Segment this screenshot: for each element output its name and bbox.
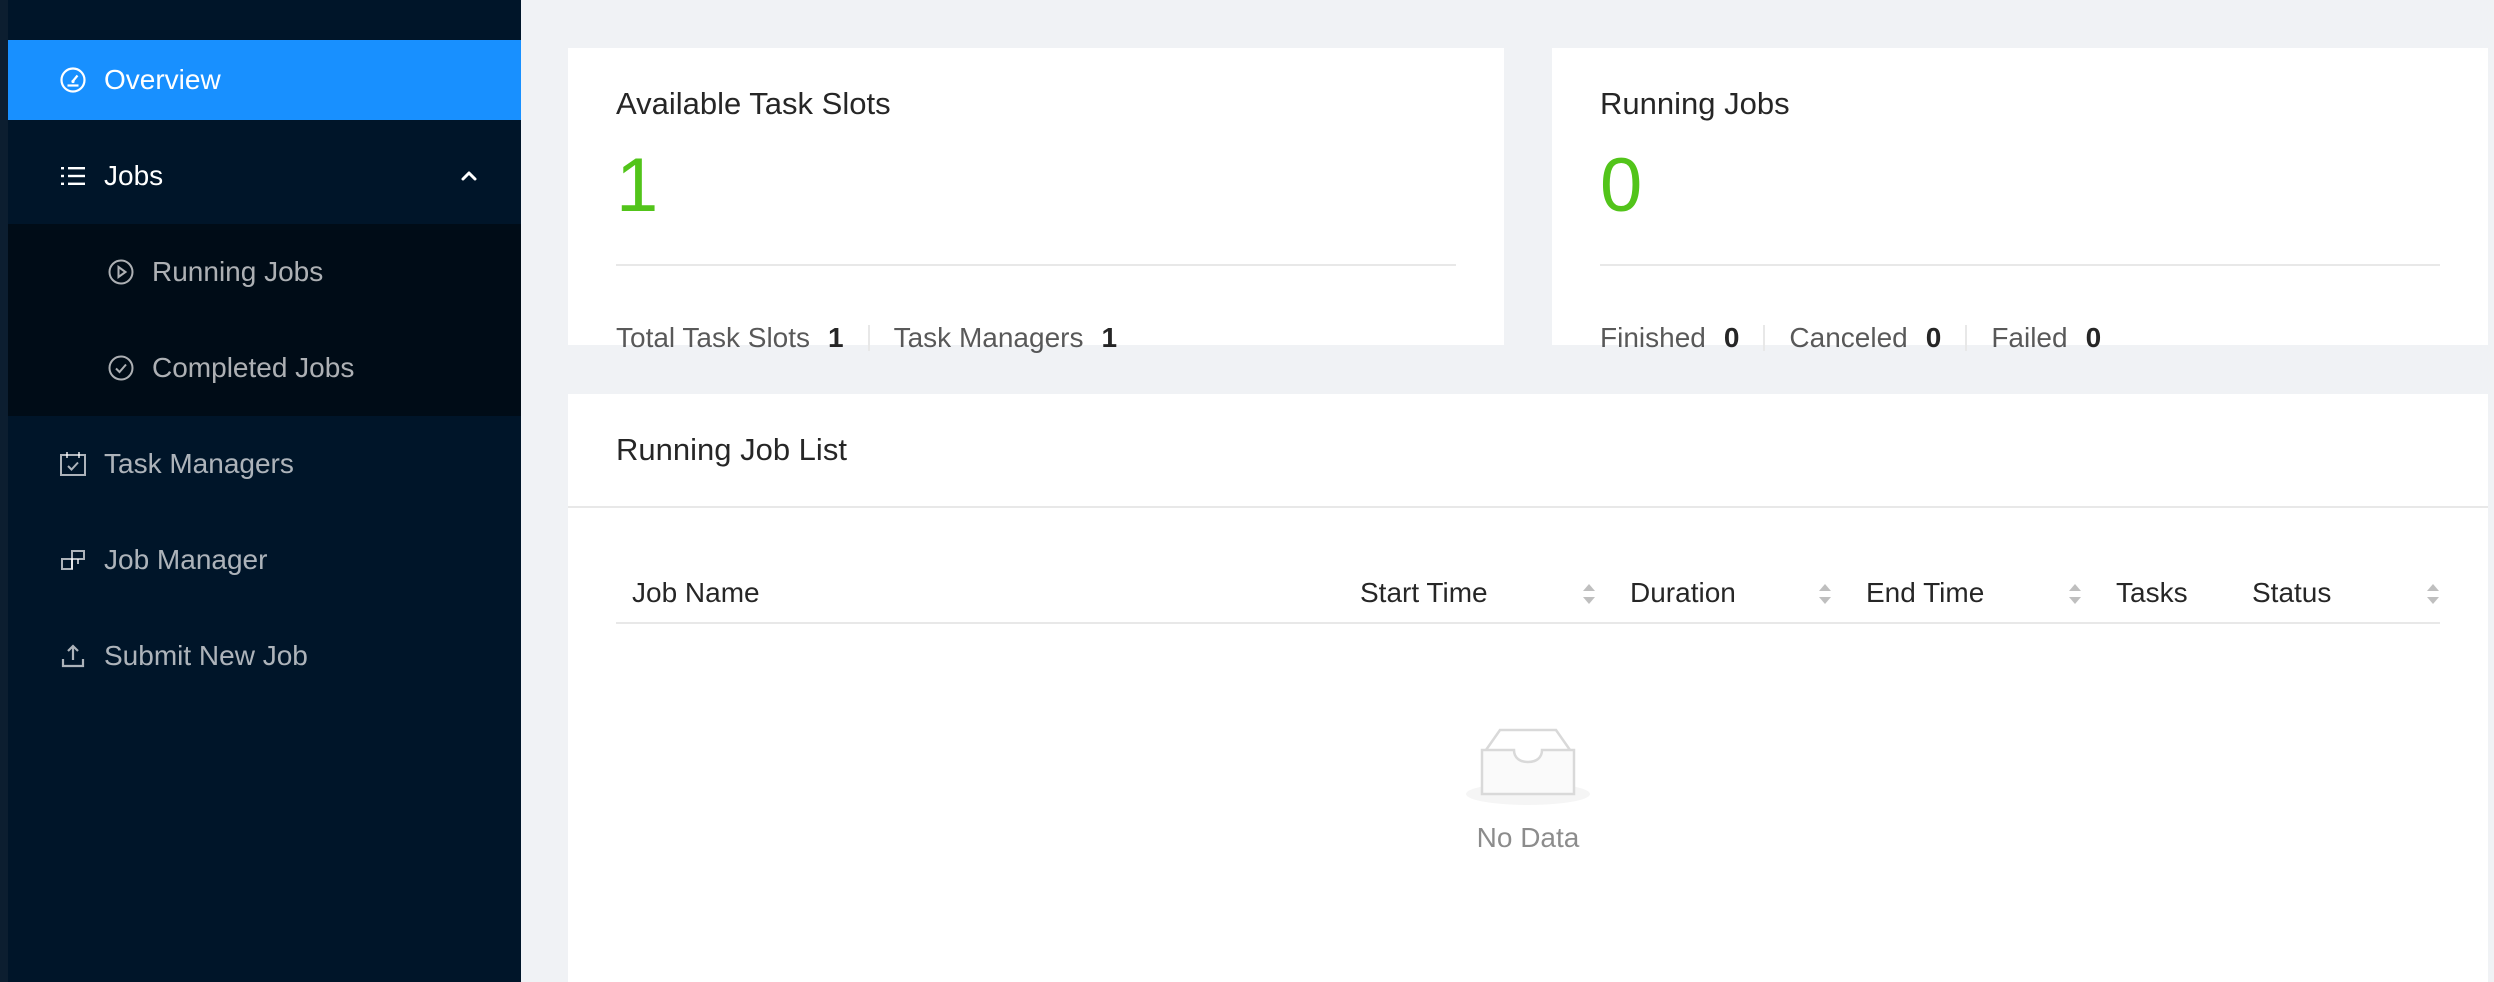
schedule-icon: [56, 447, 90, 481]
upload-icon: [56, 639, 90, 673]
task-managers-label: Task Managers: [893, 322, 1084, 353]
sidebar-item-label: Jobs: [104, 160, 164, 191]
total-slots-label: Total Task Slots: [616, 322, 811, 353]
jobs-footer: Finished 0 Canceled 0 Failed 0: [1600, 322, 2101, 354]
column-header-start-time[interactable]: Start Time: [1360, 564, 1488, 622]
sort-icon[interactable]: [2424, 581, 2442, 607]
column-header-status[interactable]: Status: [2252, 564, 2331, 622]
failed-value: 0: [2085, 322, 2102, 353]
sidebar-item-label: Completed Jobs: [152, 352, 355, 383]
available-slots-value: 1: [616, 143, 659, 228]
sidebar-item-task-managers[interactable]: Task Managers: [8, 424, 521, 504]
sidebar-item-label: Submit New Job: [104, 640, 308, 671]
list-icon: [56, 159, 90, 193]
build-icon: [56, 543, 90, 577]
canceled-value: 0: [1925, 322, 1942, 353]
card-title: Running Jobs: [1600, 86, 1790, 121]
table-header: Job Name Start Time Duration End Time Ta…: [616, 564, 2440, 624]
empty-state: No Data: [568, 724, 2488, 854]
sort-icon[interactable]: [1816, 581, 1834, 607]
finished-label: Finished: [1600, 322, 1706, 353]
sidebar-item-overview[interactable]: Overview: [8, 40, 521, 120]
finished-value: 0: [1723, 322, 1740, 353]
divider: [1600, 264, 2440, 266]
canceled-label: Canceled: [1789, 322, 1908, 353]
play-circle-icon: [104, 255, 138, 289]
column-header-tasks[interactable]: Tasks: [2116, 564, 2188, 622]
sidebar-item-completed-jobs[interactable]: Completed Jobs: [8, 328, 521, 408]
empty-inbox-icon: [1466, 728, 1590, 805]
task-slots-card: Available Task Slots 1 Total Task Slots …: [568, 48, 1504, 353]
divider: [568, 506, 2488, 508]
column-header-duration[interactable]: Duration: [1630, 564, 1736, 622]
running-jobs-card: Running Jobs 0 Finished 0 Canceled 0 Fai…: [1552, 48, 2488, 353]
running-jobs-value: 0: [1600, 143, 1643, 228]
card-title: Running Job List: [616, 432, 847, 467]
card-title: Available Task Slots: [616, 86, 891, 121]
sidebar-item-label: Overview: [104, 64, 221, 95]
sidebar-item-label: Running Jobs: [152, 256, 324, 287]
sidebar-item-running-jobs[interactable]: Running Jobs: [8, 232, 521, 312]
divider: [1763, 325, 1766, 351]
sort-icon[interactable]: [1580, 581, 1598, 607]
slots-footer: Total Task Slots 1 Task Managers 1: [616, 322, 1117, 354]
column-header-job-name[interactable]: Job Name: [632, 564, 760, 622]
chevron-up-icon[interactable]: [457, 164, 481, 188]
empty-text: No Data: [1476, 822, 1580, 853]
divider: [616, 264, 1456, 266]
sidebar-item-label: Task Managers: [104, 448, 294, 479]
sidebar-item-job-manager[interactable]: Job Manager: [8, 520, 521, 600]
sort-icon[interactable]: [2066, 581, 2084, 607]
sidebar-item-label: Job Manager: [104, 544, 268, 575]
divider: [1965, 325, 1968, 351]
sidebar-item-jobs[interactable]: Jobs: [8, 136, 521, 216]
dashboard-icon: [56, 63, 90, 97]
task-managers-value: 1: [1101, 322, 1118, 353]
column-header-end-time[interactable]: End Time: [1866, 564, 1984, 622]
sidebar-item-submit-new-job[interactable]: Submit New Job: [8, 616, 521, 696]
divider: [867, 325, 870, 351]
total-slots-value: 1: [828, 322, 844, 353]
failed-label: Failed: [1991, 322, 2068, 353]
sidebar: Overview Jobs Running Jobs Completed Job…: [0, 0, 521, 982]
running-job-list-card: Running Job List Job Name Start Time Dur…: [568, 394, 2488, 982]
check-circle-icon: [104, 351, 138, 385]
